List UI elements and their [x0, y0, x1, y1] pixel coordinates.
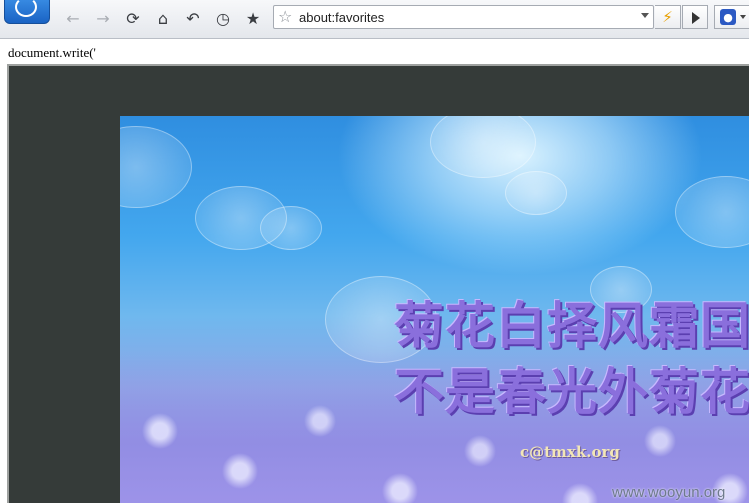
- speed-mode-icon[interactable]: ⚡: [655, 5, 681, 29]
- baidu-paw-icon: ●: [720, 9, 736, 25]
- address-dropdown-icon[interactable]: [641, 13, 649, 18]
- poem-line-2: 不是春光外菊花: [394, 363, 749, 421]
- home-icon[interactable]: ⌂: [151, 7, 175, 29]
- refresh-icon[interactable]: ⟳: [121, 7, 145, 29]
- address-bar[interactable]: ☆ about:favorites: [273, 5, 654, 29]
- address-url[interactable]: about:favorites: [299, 10, 384, 25]
- search-dropdown-icon: [740, 15, 746, 19]
- bokeh-circle: [675, 176, 749, 248]
- history-icon[interactable]: ◷: [211, 7, 235, 29]
- script-text: document.write(': [8, 45, 96, 60]
- site-watermark: www.wooyun.org: [612, 484, 726, 501]
- poem-line-1: 菊花白择风霜国: [394, 297, 749, 355]
- bookmark-star-icon[interactable]: ☆: [278, 7, 292, 26]
- poem-banner-image: 菊花白择风霜国 不是春光外菊花 c@tmxk.org: [120, 116, 749, 503]
- bokeh-circle: [120, 126, 192, 208]
- go-button[interactable]: [682, 5, 708, 29]
- favorites-star-icon[interactable]: ★: [241, 7, 265, 29]
- back-arrow-icon[interactable]: ←: [61, 7, 85, 29]
- search-engine-button[interactable]: ●: [714, 5, 749, 29]
- banner-credit: c@tmxk.org: [520, 443, 620, 461]
- bokeh-circle: [505, 171, 567, 215]
- browser-logo-icon: [15, 0, 37, 17]
- bokeh-circle: [260, 206, 322, 250]
- undo-icon[interactable]: ↶: [181, 7, 205, 29]
- play-arrow-icon: [692, 12, 700, 24]
- bokeh-circle: [430, 116, 536, 178]
- forward-arrow-icon[interactable]: →: [91, 7, 115, 29]
- embedded-frame: 菊花白择风霜国 不是春光外菊花 c@tmxk.org: [7, 64, 749, 503]
- browser-toolbar: ← → ⟳ ⌂ ↶ ◷ ★ ☆ about:favorites ⚡ ●: [0, 0, 749, 39]
- browser-menu-button[interactable]: [4, 0, 50, 24]
